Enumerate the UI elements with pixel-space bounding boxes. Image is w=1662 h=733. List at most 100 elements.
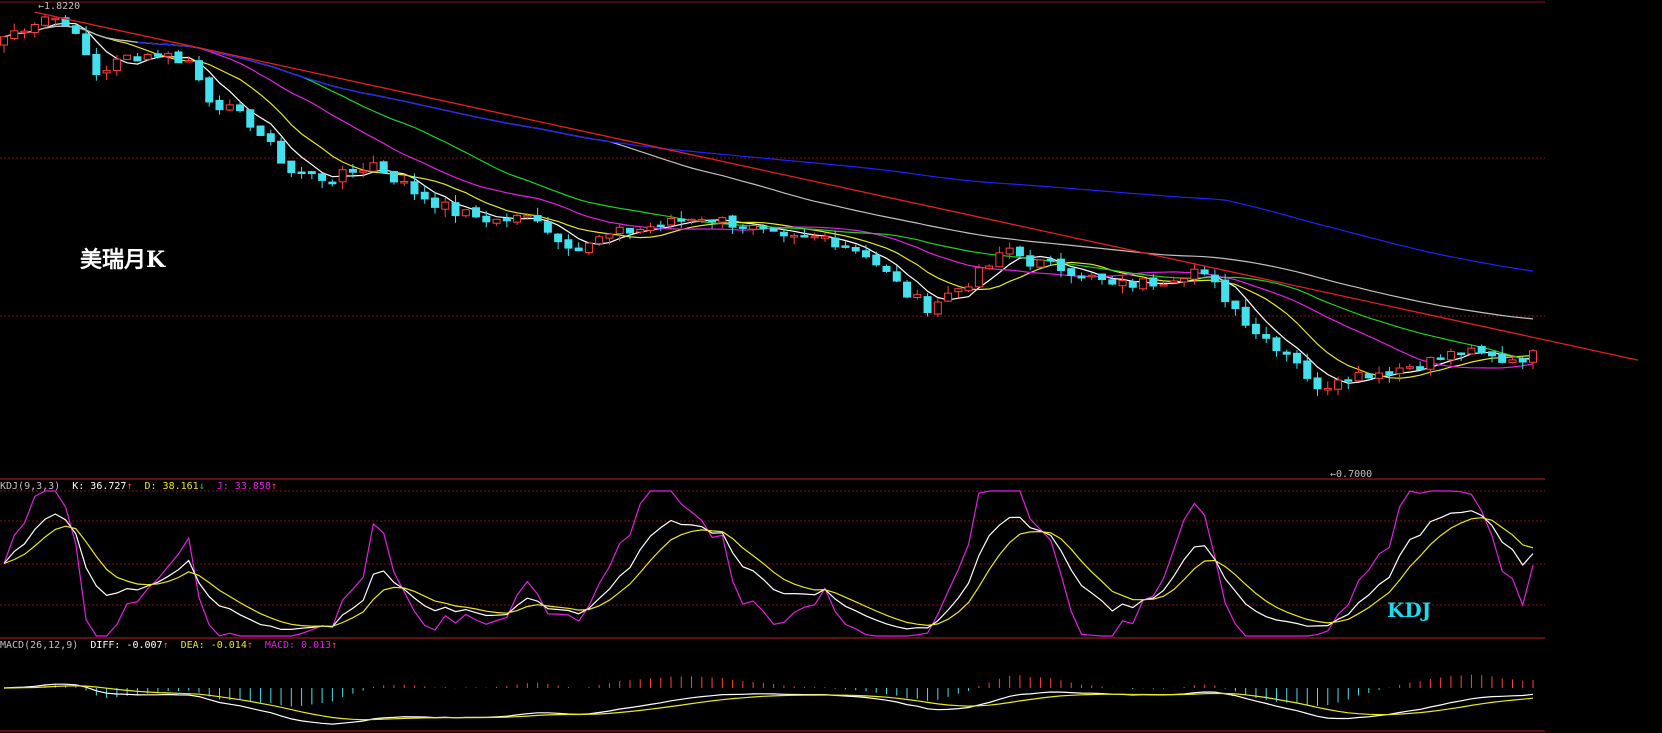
candle bbox=[256, 125, 265, 137]
up-arrow-icon: ↑ bbox=[331, 640, 337, 651]
candle bbox=[287, 160, 296, 178]
candle-body bbox=[1190, 268, 1199, 280]
candle-body bbox=[153, 53, 162, 57]
candle bbox=[656, 220, 665, 232]
candle-body bbox=[533, 215, 542, 222]
candle bbox=[338, 166, 347, 190]
candle-body bbox=[359, 170, 368, 173]
candle-body bbox=[1046, 258, 1055, 262]
candle bbox=[954, 287, 963, 298]
macd-diff-value: DIFF: -0.007 bbox=[90, 640, 162, 651]
candle-body bbox=[266, 133, 275, 142]
candle-body bbox=[1108, 279, 1117, 285]
candle-body bbox=[82, 33, 91, 56]
candle-body bbox=[687, 218, 696, 222]
candle-body bbox=[667, 218, 676, 226]
candle bbox=[1098, 273, 1107, 285]
candle bbox=[1334, 376, 1343, 395]
candle bbox=[820, 232, 829, 242]
ma10-line bbox=[3, 25, 1534, 379]
candle bbox=[1221, 273, 1230, 308]
candle-body bbox=[1375, 372, 1384, 379]
candle bbox=[1292, 350, 1301, 369]
candle bbox=[903, 280, 912, 299]
candle-body bbox=[71, 25, 80, 34]
candle bbox=[1015, 245, 1024, 259]
up-arrow-icon: ↑ bbox=[126, 481, 132, 492]
candle-body bbox=[41, 16, 50, 26]
candle-body bbox=[841, 245, 850, 248]
candle-body bbox=[759, 226, 768, 229]
candle-body bbox=[328, 181, 337, 185]
candle-body bbox=[913, 294, 922, 298]
candle bbox=[472, 205, 481, 219]
candle bbox=[1087, 272, 1096, 281]
macd-panel bbox=[3, 674, 1534, 725]
candle bbox=[1313, 372, 1322, 396]
candle bbox=[564, 234, 573, 256]
candle bbox=[1262, 326, 1271, 343]
candle bbox=[964, 282, 973, 293]
candle bbox=[30, 22, 39, 38]
chart-title: 美瑞月K bbox=[80, 247, 166, 273]
candle-body bbox=[1529, 350, 1537, 363]
candle bbox=[1416, 361, 1425, 371]
candle-body bbox=[892, 271, 901, 282]
candle bbox=[461, 209, 470, 218]
candle-body bbox=[954, 288, 963, 293]
candle-body bbox=[1149, 277, 1158, 287]
candle-body bbox=[205, 77, 214, 103]
candle-body bbox=[1169, 280, 1178, 284]
candle bbox=[400, 174, 409, 187]
candle bbox=[215, 95, 224, 115]
candle bbox=[1067, 268, 1076, 284]
candle-body bbox=[697, 218, 706, 222]
candle-body bbox=[985, 265, 994, 270]
candle bbox=[923, 293, 932, 317]
candle-body bbox=[30, 24, 39, 33]
candle bbox=[307, 170, 316, 180]
candle-body bbox=[461, 209, 470, 217]
candle bbox=[1529, 348, 1537, 369]
candle-body bbox=[1221, 279, 1230, 303]
candle bbox=[297, 166, 306, 179]
candle bbox=[779, 228, 788, 243]
candle-body bbox=[656, 224, 665, 228]
candle-body bbox=[1231, 300, 1240, 310]
candle-body bbox=[1354, 371, 1363, 382]
candle bbox=[1210, 269, 1219, 289]
candle-body bbox=[595, 236, 604, 245]
candle-body bbox=[430, 197, 439, 208]
candle-body bbox=[164, 53, 173, 57]
up-arrow-icon: ↑ bbox=[163, 640, 169, 651]
candle bbox=[1036, 259, 1045, 268]
high-price-label: ←1.8220 bbox=[38, 1, 80, 12]
candle-body bbox=[1498, 353, 1507, 363]
candle bbox=[266, 129, 275, 146]
candle bbox=[574, 242, 583, 252]
candle-body bbox=[451, 202, 460, 217]
candle bbox=[1200, 266, 1209, 276]
candle bbox=[451, 195, 460, 223]
candle-body bbox=[513, 214, 522, 223]
candle bbox=[872, 251, 881, 267]
candle-body bbox=[1200, 269, 1209, 275]
candle-body bbox=[584, 242, 593, 254]
candle-body bbox=[1457, 352, 1466, 355]
candle bbox=[718, 216, 727, 229]
candle-body bbox=[779, 231, 788, 237]
candle-body bbox=[800, 235, 809, 238]
candle-body bbox=[1405, 366, 1414, 369]
candle-body bbox=[728, 215, 737, 228]
candle-body bbox=[256, 125, 265, 136]
candle-body bbox=[174, 51, 183, 64]
candle-body bbox=[102, 70, 111, 74]
candle-body bbox=[502, 218, 511, 222]
down-arrow-icon: ↓ bbox=[199, 481, 205, 492]
candle bbox=[1477, 344, 1486, 355]
macd-header: MACD(26,12,9) DIFF: -0.007↑ DEA: -0.014↑… bbox=[0, 640, 337, 651]
candle-body bbox=[215, 99, 224, 111]
candle-body bbox=[1416, 366, 1425, 371]
candle bbox=[92, 47, 101, 81]
candle-body bbox=[718, 217, 727, 223]
